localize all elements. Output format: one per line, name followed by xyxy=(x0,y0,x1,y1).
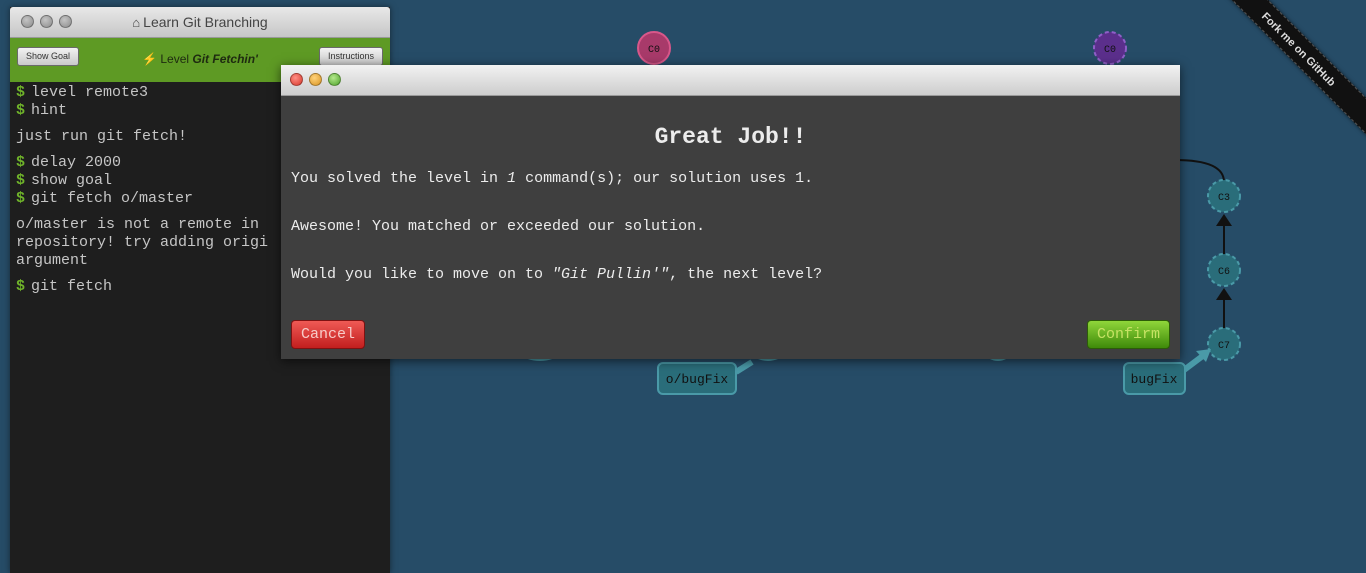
prompt-symbol: $ xyxy=(16,172,26,189)
command-text: git fetch o/master xyxy=(31,190,194,207)
commit-node[interactable]: C0 xyxy=(637,31,671,65)
app-title: ⌂ Learn Git Branching xyxy=(10,14,390,30)
dialog-titlebar xyxy=(281,65,1180,96)
command-text: hint xyxy=(31,102,68,119)
dialog-window-controls xyxy=(290,73,341,86)
level-complete-dialog: Great Job!! You solved the level in 1 co… xyxy=(281,65,1180,359)
commit-label: C7 xyxy=(1218,341,1230,352)
app-title-text: Learn Git Branching xyxy=(143,14,268,30)
branch-name: o/bugFix xyxy=(666,372,729,387)
prompt-symbol: $ xyxy=(16,190,26,207)
prompt-symbol: $ xyxy=(16,84,26,101)
branch-arrow xyxy=(734,359,754,375)
instructions-button[interactable]: Instructions xyxy=(318,47,383,66)
lightning-icon: ⚡ xyxy=(142,52,158,66)
branch-arrow xyxy=(1182,352,1206,373)
commit-node[interactable]: C0 xyxy=(1093,31,1127,65)
edge-arrowhead xyxy=(1216,288,1232,300)
feedback-text: Awesome! You matched or exceeded our sol… xyxy=(291,218,706,235)
commit-label: C3 xyxy=(1218,193,1230,204)
commit-label: C0 xyxy=(648,45,660,56)
command-text: level remote3 xyxy=(31,84,149,101)
result-text: You solved the level in 1 command(s); ou… xyxy=(291,170,814,187)
home-icon: ⌂ xyxy=(132,15,141,30)
terminal-titlebar: ⌂ Learn Git Branching xyxy=(10,7,390,38)
commit-node[interactable]: C7 xyxy=(1207,327,1241,361)
commit-label: C6 xyxy=(1218,267,1230,278)
maximize-dialog-icon[interactable] xyxy=(328,73,341,86)
commit-node[interactable]: C6 xyxy=(1207,253,1241,287)
confirm-button[interactable]: Confirm xyxy=(1086,320,1170,349)
cancel-button[interactable]: Cancel xyxy=(291,320,366,349)
next-level-prompt: Would you like to move on to "Git Pullin… xyxy=(291,266,823,283)
level-prefix: Level xyxy=(160,52,190,66)
command-text: git fetch xyxy=(31,278,113,295)
commit-label: C0 xyxy=(1104,45,1116,56)
branch-label-bugfix[interactable]: bugFix xyxy=(1123,362,1186,395)
commit-node[interactable]: C3 xyxy=(1207,179,1241,213)
prompt-symbol: $ xyxy=(16,154,26,171)
prompt-symbol: $ xyxy=(16,102,26,119)
dialog-heading: Great Job!! xyxy=(654,124,807,150)
minimize-dialog-icon[interactable] xyxy=(309,73,322,86)
command-text: delay 2000 xyxy=(31,154,122,171)
level-title: Git Fetchin' xyxy=(192,52,258,66)
close-dialog-icon[interactable] xyxy=(290,73,303,86)
dialog-content: Great Job!! You solved the level in 1 co… xyxy=(281,124,1180,284)
command-text: show goal xyxy=(31,172,113,189)
branch-label-o-bugfix[interactable]: o/bugFix xyxy=(657,362,737,395)
branch-name: bugFix xyxy=(1131,372,1178,387)
prompt-symbol: $ xyxy=(16,278,26,295)
edge-arrowhead xyxy=(1216,214,1232,226)
commit-edge xyxy=(1174,159,1225,183)
